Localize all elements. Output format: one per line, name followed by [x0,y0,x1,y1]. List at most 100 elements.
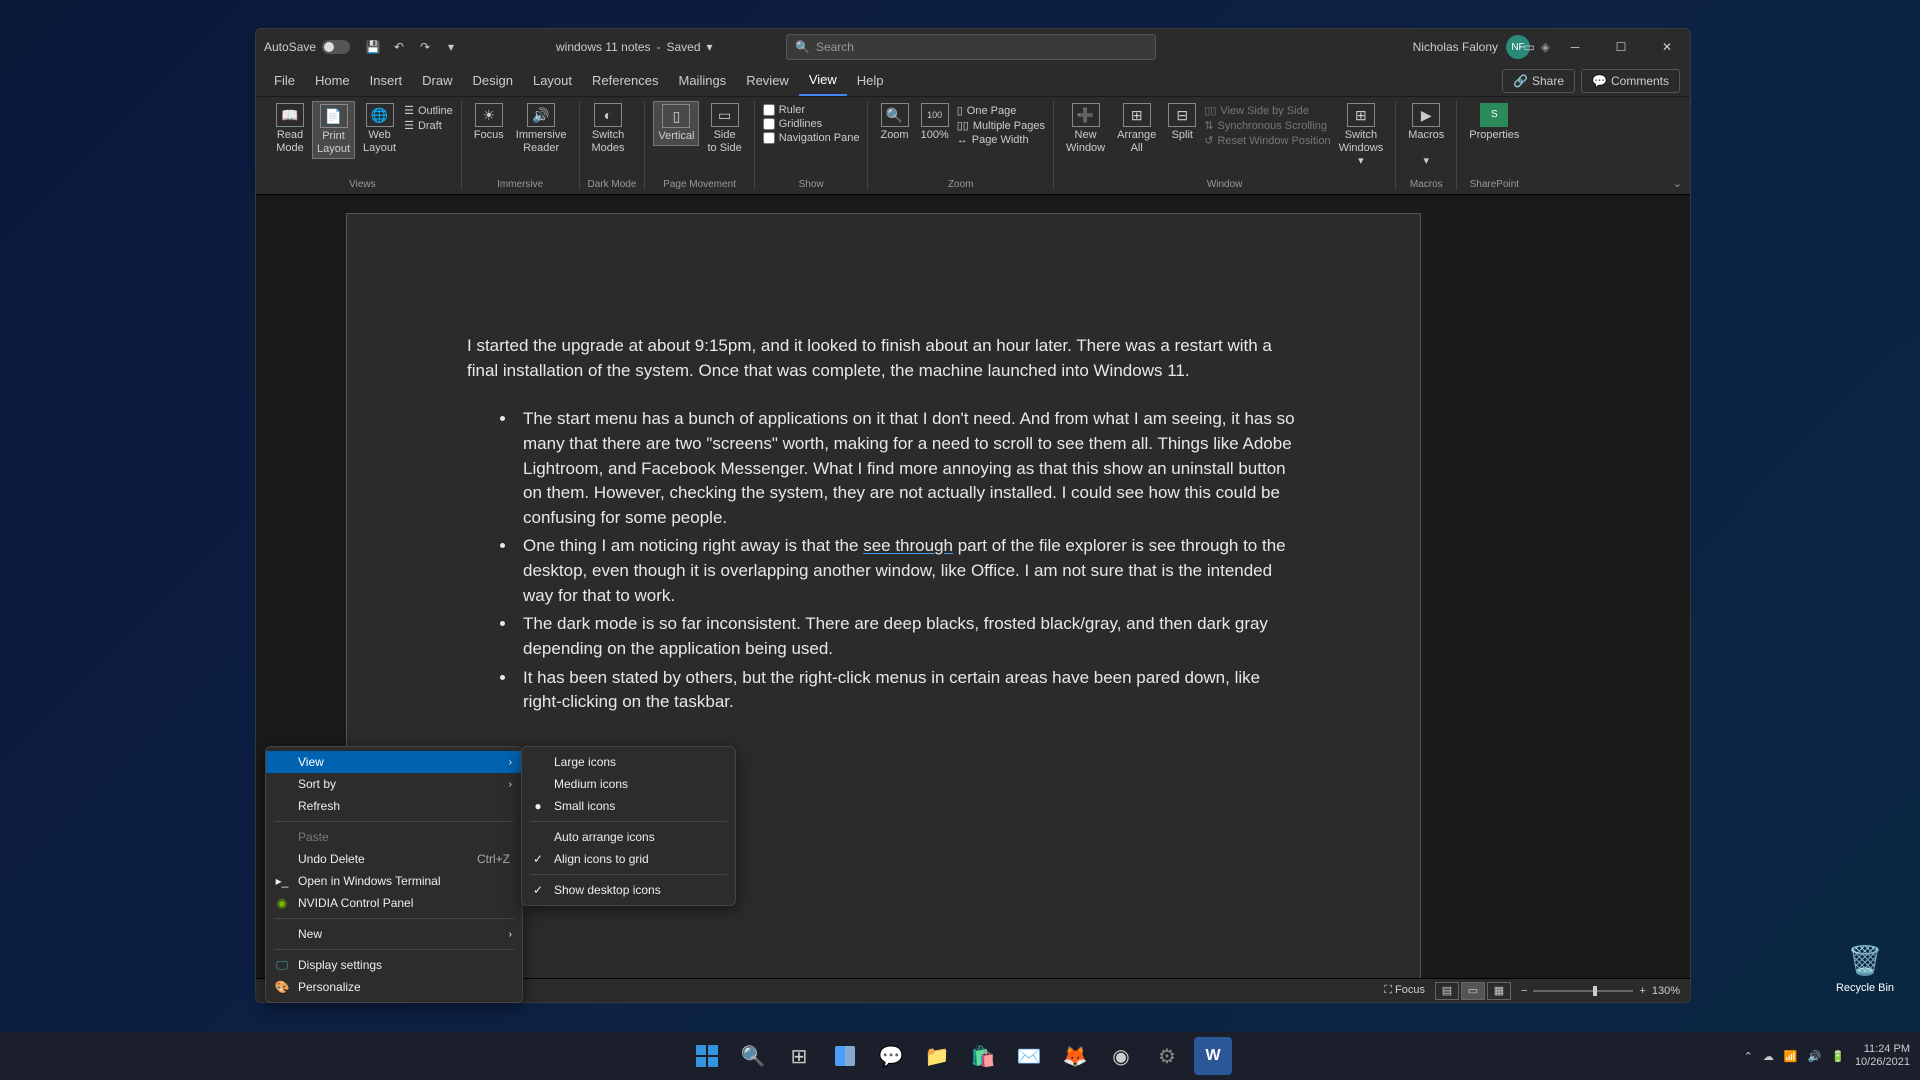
ctx-medium-icons[interactable]: Medium icons [522,773,735,795]
split-button[interactable]: ⊟Split [1164,101,1200,144]
autosave-toggle[interactable]: AutoSave [264,40,350,54]
zoom-in-icon[interactable]: + [1639,985,1645,997]
switch-modes-button[interactable]: ◐Switch Modes [588,101,629,157]
ctx-windows-terminal[interactable]: ▸_Open in Windows Terminal [266,870,522,892]
ctx-separator [274,918,514,919]
zoom-out-icon[interactable]: − [1521,985,1527,997]
file-explorer-icon[interactable]: 📁 [918,1037,956,1075]
search-icon[interactable]: 🔍 [734,1037,772,1075]
steam-icon[interactable]: ◉ [1102,1037,1140,1075]
mail-icon[interactable]: ✉️ [1010,1037,1048,1075]
web-layout-button[interactable]: 🌐Web Layout [359,101,400,157]
ribbon-display-icon[interactable]: ▭ [1506,29,1552,65]
ctx-show-desktop-icons[interactable]: ✓Show desktop icons [522,879,735,901]
tab-view[interactable]: View [799,66,847,96]
one-page-button[interactable]: ▯One Page [957,103,1045,118]
properties-button[interactable]: SProperties [1465,101,1523,144]
side-to-side-button[interactable]: ▭Side to Side [703,101,745,157]
intro-paragraph: I started the upgrade at about 9:15pm, a… [467,334,1300,383]
gridlines-checkbox[interactable]: Gridlines [763,117,860,131]
page-width-button[interactable]: ↔Page Width [957,133,1045,147]
volume-icon[interactable]: 🔊 [1808,1050,1822,1063]
share-button[interactable]: 🔗 Share [1502,69,1575,93]
focus-button[interactable]: ☀Focus [470,101,508,144]
immersive-reader-button[interactable]: 🔊Immersive Reader [512,101,571,157]
onedrive-icon[interactable]: ☁ [1763,1050,1774,1063]
clock[interactable]: 11:24 PM 10/26/2021 [1855,1043,1910,1069]
search-input[interactable]: 🔍 Search [786,34,1156,60]
read-mode-view-icon[interactable]: ▤ [1435,982,1459,1000]
ctx-personalize[interactable]: 🎨Personalize [266,976,522,998]
tab-design[interactable]: Design [463,66,523,96]
obs-icon[interactable]: ⚙ [1148,1037,1186,1075]
recycle-bin[interactable]: 🗑️ Recycle Bin [1828,940,1902,994]
switch-windows-button[interactable]: ⊞Switch Windows ▾ [1335,101,1388,171]
toggle-switch[interactable] [322,40,350,54]
minimize-button[interactable]: ─ [1552,29,1598,65]
tab-layout[interactable]: Layout [523,66,582,96]
draft-button[interactable]: ☰Draft [404,118,453,133]
maximize-button[interactable]: ☐ [1598,29,1644,65]
tab-help[interactable]: Help [847,66,894,96]
print-layout-view-icon[interactable]: ▭ [1461,982,1485,1000]
ctx-nvidia-control-panel[interactable]: ◉NVIDIA Control Panel [266,892,522,914]
synchronous-scrolling-button[interactable]: ⇅Synchronous Scrolling [1204,118,1330,133]
ctx-auto-arrange[interactable]: Auto arrange icons [522,826,735,848]
zoom-slider[interactable]: − + 130% [1521,985,1680,997]
undo-icon[interactable]: ↶ [388,36,410,58]
firefox-icon[interactable]: 🦊 [1056,1037,1094,1075]
ctx-large-icons[interactable]: Large icons [522,751,735,773]
ctx-small-icons[interactable]: ●Small icons [522,795,735,817]
arrange-all-button[interactable]: ⊞Arrange All [1113,101,1160,157]
vertical-button[interactable]: ▯Vertical [653,101,699,146]
redo-icon[interactable]: ↷ [414,36,436,58]
navigation-pane-checkbox[interactable]: Navigation Pane [763,131,860,145]
zoom-percent[interactable]: 130% [1652,985,1680,997]
view-side-by-side-button[interactable]: ▯▯View Side by Side [1204,103,1330,118]
ctx-sort-by[interactable]: Sort by› [266,773,522,795]
tab-references[interactable]: References [582,66,668,96]
tab-draw[interactable]: Draw [412,66,462,96]
reset-window-position-button[interactable]: ↺Reset Window Position [1204,133,1330,148]
ctx-undo-delete[interactable]: Undo DeleteCtrl+Z [266,848,522,870]
ctx-refresh[interactable]: Refresh [266,795,522,817]
start-button[interactable] [688,1037,726,1075]
tab-insert[interactable]: Insert [360,66,413,96]
widgets-icon[interactable] [826,1037,864,1075]
terminal-icon: ▸_ [274,873,290,889]
system-tray: ⌃ ☁ 📶 🔊 🔋 11:24 PM 10/26/2021 [1744,1043,1910,1069]
ctx-align-grid[interactable]: ✓Align icons to grid [522,848,735,870]
battery-icon[interactable]: 🔋 [1831,1050,1845,1063]
macros-button[interactable]: ▶Macros▾ [1404,101,1448,171]
group-sharepoint: SProperties SharePoint [1457,101,1531,190]
ctx-display-settings[interactable]: 🖵Display settings [266,954,522,976]
tab-file[interactable]: File [264,66,305,96]
multiple-pages-button[interactable]: ▯▯Multiple Pages [957,118,1045,133]
tab-home[interactable]: Home [305,66,360,96]
outline-button[interactable]: ☰Outline [404,103,453,118]
ctx-new[interactable]: New› [266,923,522,945]
ruler-checkbox[interactable]: Ruler [763,103,860,117]
print-layout-button[interactable]: 📄Print Layout [312,101,355,159]
chat-icon[interactable]: 💬 [872,1037,910,1075]
comments-button[interactable]: 💬 Comments [1581,69,1680,93]
tray-chevron-icon[interactable]: ⌃ [1744,1050,1753,1063]
recycle-bin-label: Recycle Bin [1828,982,1902,994]
save-icon[interactable]: 💾 [362,36,384,58]
focus-mode-button[interactable]: ⛶ Focus [1384,984,1425,997]
wifi-icon[interactable]: 📶 [1784,1050,1798,1063]
store-icon[interactable]: 🛍️ [964,1037,1002,1075]
close-button[interactable]: ✕ [1644,29,1690,65]
zoom-100-button[interactable]: 100100% [917,101,953,144]
tab-mailings[interactable]: Mailings [669,66,737,96]
task-view-icon[interactable]: ⊞ [780,1037,818,1075]
collapse-ribbon-icon[interactable]: ⌄ [1673,177,1682,190]
read-mode-button[interactable]: 📖Read Mode [272,101,308,157]
tab-review[interactable]: Review [736,66,799,96]
ctx-view[interactable]: View› [266,751,522,773]
qat-customize-icon[interactable]: ▾ [440,36,462,58]
zoom-button[interactable]: 🔍Zoom [876,101,912,144]
word-icon[interactable]: W [1194,1037,1232,1075]
new-window-button[interactable]: ➕New Window [1062,101,1109,157]
web-layout-view-icon[interactable]: ▦ [1487,982,1511,1000]
